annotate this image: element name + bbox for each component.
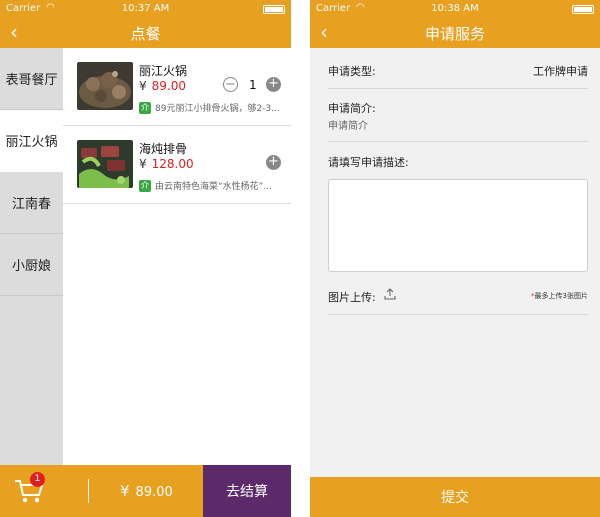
restaurant-sidebar: 表哥餐厅 丽江火锅 江南春 小厨娘	[0, 48, 63, 465]
description-row: 请填写申请描述:	[328, 142, 588, 285]
intro-row: 申请简介: 申请简介	[328, 89, 588, 142]
submit-button[interactable]: 提交	[310, 477, 600, 517]
sidebar-item-jiangnanchun[interactable]: 江南春	[0, 172, 63, 234]
upload-label: 图片上传:	[328, 291, 376, 304]
cart-total: ¥89.00	[120, 482, 173, 500]
upload-row: 图片上传: *最多上传3张图片	[328, 285, 588, 315]
food-description: 介 89元丽江小排骨火锅，够2-3...	[139, 101, 279, 114]
type-value[interactable]: 工作牌申请	[533, 63, 588, 79]
food-thumbnail	[77, 140, 133, 188]
battery-icon	[572, 5, 594, 14]
cart-bar: 1 ¥89.00 去结算	[0, 465, 291, 517]
decrease-button[interactable]: −	[223, 77, 238, 92]
list-item[interactable]: 海炖排骨 ¥128.00 + 介由云南特色海菜“水性杨花”...	[63, 126, 291, 204]
upload-icon[interactable]	[384, 288, 396, 300]
checkout-button[interactable]: 去结算	[203, 465, 291, 517]
order-screen: Carrier ◠ 10:37 AM ‹ 点餐 表哥餐厅 丽江火锅 江南春 小厨…	[0, 0, 291, 517]
type-label: 申请类型:	[328, 65, 376, 78]
sidebar-item-lijiang[interactable]: 丽江火锅	[0, 110, 63, 172]
increase-button[interactable]: +	[266, 77, 281, 92]
page-title: 点餐	[130, 25, 161, 43]
quantity-value: 1	[249, 78, 257, 92]
price-value: 89.00	[151, 79, 186, 93]
food-price: ¥128.00	[139, 157, 194, 171]
cart-count-badge: 1	[30, 472, 45, 487]
nav-bar: ‹ 点餐	[0, 18, 291, 48]
food-price: ¥89.00	[139, 79, 186, 93]
status-bar: Carrier ◠ 10:37 AM	[0, 0, 291, 18]
apply-service-screen: Carrier ◠ 10:38 AM ‹ 申请服务 申请类型: 工作牌申请 申请…	[310, 0, 600, 517]
divider	[88, 479, 89, 503]
currency-symbol: ¥	[139, 157, 147, 171]
food-description: 介由云南特色海菜“水性杨花”...	[139, 179, 272, 192]
description-label: 请填写申请描述:	[328, 156, 409, 169]
apply-form: 申请类型: 工作牌申请 申请简介: 申请简介 请填写申请描述: 图片上传: *最…	[328, 48, 588, 315]
food-list: 丽江火锅 ¥89.00 − 1 + 介 89元丽江小排骨火锅，够2-3... 海炖…	[63, 48, 291, 465]
currency-symbol: ¥	[139, 79, 147, 93]
intro-label: 申请简介:	[328, 102, 376, 115]
intro-tag-icon: 介	[139, 179, 151, 192]
intro-tag-icon: 介	[139, 101, 151, 114]
sidebar-item-xiaochuniang[interactable]: 小厨娘	[0, 234, 63, 296]
food-name: 海炖排骨	[139, 142, 188, 156]
intro-field[interactable]: 申请简介	[328, 117, 368, 132]
description-textarea[interactable]	[328, 179, 588, 272]
increase-button[interactable]: +	[266, 155, 281, 170]
screen-gap	[291, 0, 310, 517]
page-title: 申请服务	[424, 25, 485, 43]
currency-symbol: ¥	[120, 482, 130, 500]
nav-bar: ‹ 申请服务	[310, 18, 600, 48]
price-value: 128.00	[151, 157, 194, 171]
upload-hint: *最多上传3张图片	[531, 292, 588, 300]
list-item[interactable]: 丽江火锅 ¥89.00 − 1 + 介 89元丽江小排骨火锅，够2-3...	[63, 48, 291, 126]
food-name: 丽江火锅	[139, 64, 188, 78]
clock: 10:38 AM	[431, 3, 479, 14]
battery-icon	[263, 5, 285, 14]
status-bar: Carrier ◠ 10:38 AM	[310, 0, 600, 18]
total-value: 89.00	[135, 485, 173, 500]
sidebar-item-biaoge[interactable]: 表哥餐厅	[0, 48, 63, 110]
type-row[interactable]: 申请类型: 工作牌申请	[328, 48, 588, 89]
clock: 10:37 AM	[121, 3, 170, 14]
food-thumbnail	[77, 62, 133, 110]
